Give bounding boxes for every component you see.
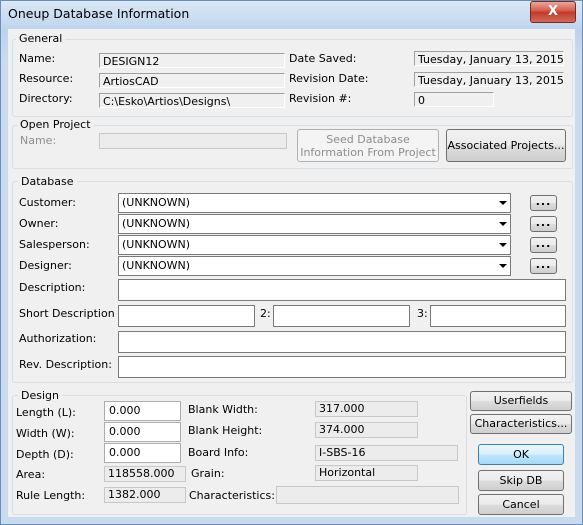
rev-description-label: Rev. Description: xyxy=(19,358,112,371)
directory-label: Directory: xyxy=(19,92,73,105)
database-title: Database xyxy=(18,175,77,188)
ok-button[interactable]: OK xyxy=(478,444,564,465)
chevron-down-icon xyxy=(499,264,507,268)
customer-label: Customer: xyxy=(19,196,76,209)
area-value: 118558.000 xyxy=(104,466,186,482)
chevron-down-icon xyxy=(499,201,507,205)
width-input[interactable]: 0.000 xyxy=(104,422,181,442)
designer-label: Designer: xyxy=(19,259,72,272)
rule-length-value: 1382.000 xyxy=(104,487,186,503)
open-project-title: Open Project xyxy=(17,118,94,131)
date-saved-label: Date Saved: xyxy=(289,52,357,65)
salesperson-label: Salesperson: xyxy=(19,238,90,251)
skip-db-button[interactable]: Skip DB xyxy=(478,470,564,491)
blank-width-label: Blank Width: xyxy=(188,403,258,416)
revision-date-label: Revision Date: xyxy=(289,72,369,85)
chevron-down-icon xyxy=(499,222,507,226)
rev-description-input[interactable] xyxy=(118,356,566,378)
close-button[interactable]: X xyxy=(530,1,576,23)
board-info-label: Board Info: xyxy=(188,446,249,459)
seed-button-line1: Seed Database xyxy=(326,133,410,146)
short-description-1-input[interactable] xyxy=(118,305,255,327)
directory-value: C:\Esko\Artios\Designs\ xyxy=(99,93,285,108)
short-description-2-input[interactable] xyxy=(273,305,410,327)
cancel-button[interactable]: Cancel xyxy=(478,494,564,515)
window-title: Oneup Database Information xyxy=(8,6,190,21)
project-name-field xyxy=(99,133,287,149)
associated-projects-button[interactable]: Associated Projects... xyxy=(446,129,566,162)
revision-num-label: Revision #: xyxy=(289,92,352,105)
title-bar[interactable]: Oneup Database Information X xyxy=(0,0,581,28)
grain-value: Horizontal xyxy=(315,465,418,481)
revision-num-value: 0 xyxy=(414,92,494,107)
designer-browse-button[interactable]: ... xyxy=(530,258,557,274)
dialog-client: General Name: DESIGN12 Resource: ArtiosC… xyxy=(8,29,575,517)
resource-label: Resource: xyxy=(19,72,74,85)
short-description-label: Short Description 1: xyxy=(19,307,129,320)
width-label: Width (W): xyxy=(16,427,75,440)
seed-database-button: Seed Database Information From Project xyxy=(297,129,439,162)
owner-browse-button[interactable]: ... xyxy=(530,216,557,232)
owner-dropdown[interactable]: (UNKNOWN) xyxy=(118,214,511,234)
customer-value: (UNKNOWN) xyxy=(122,196,191,209)
short-description-2-label: 2: xyxy=(260,307,271,320)
chevron-down-icon xyxy=(499,243,507,247)
blank-width-value: 317.000 xyxy=(315,401,418,417)
authorization-input[interactable] xyxy=(118,331,566,353)
characteristics-value xyxy=(276,486,459,504)
customer-browse-button[interactable]: ... xyxy=(530,195,557,211)
userfields-button[interactable]: Userfields xyxy=(470,391,572,411)
owner-value: (UNKNOWN) xyxy=(122,217,191,230)
characteristics-button[interactable]: Characteristics... xyxy=(470,414,572,434)
length-label: Length (L): xyxy=(16,406,76,419)
grain-label: Grain: xyxy=(191,467,225,480)
blank-height-value: 374.000 xyxy=(315,422,418,438)
depth-label: Depth (D): xyxy=(16,448,74,461)
name-value: DESIGN12 xyxy=(99,53,285,68)
depth-input[interactable]: 0.000 xyxy=(104,443,181,463)
salesperson-dropdown[interactable]: (UNKNOWN) xyxy=(118,235,511,255)
blank-height-label: Blank Height: xyxy=(188,424,263,437)
seed-button-line2: Information From Project xyxy=(300,146,436,159)
description-input[interactable] xyxy=(118,279,566,301)
salesperson-value: (UNKNOWN) xyxy=(122,238,191,251)
customer-dropdown[interactable]: (UNKNOWN) xyxy=(118,193,511,213)
project-name-label: Name: xyxy=(20,134,57,147)
date-saved-value: Tuesday, January 13, 2015 xyxy=(414,51,564,66)
resource-value: ArtiosCAD xyxy=(99,73,285,88)
area-label: Area: xyxy=(16,468,46,481)
revision-date-value: Tuesday, January 13, 2015 xyxy=(414,72,564,87)
salesperson-browse-button[interactable]: ... xyxy=(530,237,557,253)
characteristics-label: Characteristics: xyxy=(189,489,275,502)
owner-label: Owner: xyxy=(19,217,59,230)
length-input[interactable]: 0.000 xyxy=(104,401,181,421)
board-info-value: I-SBS-16 xyxy=(315,445,458,461)
general-title: General xyxy=(16,32,66,45)
short-description-3-label: 3: xyxy=(417,307,428,320)
name-label: Name: xyxy=(19,52,56,65)
design-title: Design xyxy=(18,389,62,402)
authorization-label: Authorization: xyxy=(19,332,97,345)
rule-length-label: Rule Length: xyxy=(16,489,86,502)
description-label: Description: xyxy=(19,281,86,294)
designer-dropdown[interactable]: (UNKNOWN) xyxy=(118,256,511,276)
short-description-3-input[interactable] xyxy=(430,305,566,327)
designer-value: (UNKNOWN) xyxy=(122,259,191,272)
